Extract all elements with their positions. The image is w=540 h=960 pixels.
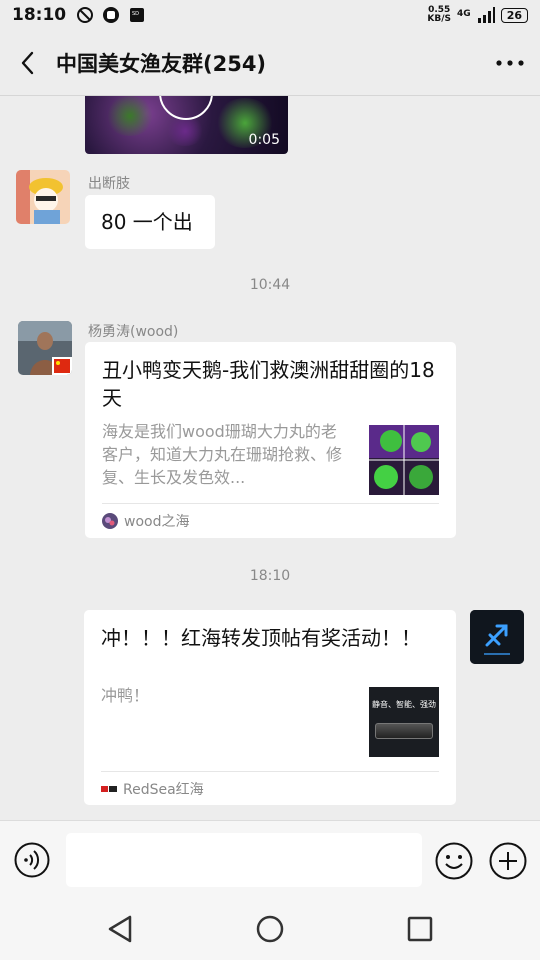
avatar[interactable] (18, 321, 72, 375)
link-card[interactable]: 丑小鸭变天鹅-我们救澳洲甜甜圈的18天 海友是我们wood珊瑚大力丸的老客户，知… (85, 342, 456, 538)
photo-avatar-icon (18, 321, 72, 375)
plus-icon[interactable] (489, 842, 527, 880)
nav-recents-icon[interactable] (403, 912, 437, 946)
video-frame-decoration (105, 96, 155, 136)
card-description: 海友是我们wood珊瑚大力丸的老客户，知道大力丸在珊瑚抢救、修复、生长及发色效.… (102, 422, 343, 487)
net-speed-unit: KB/S (427, 14, 452, 24)
signal-icon (477, 7, 495, 23)
sagittarius-avatar-icon (470, 610, 524, 664)
more-dots-icon (496, 59, 524, 66)
card-thumbnail (369, 425, 439, 495)
card-description: 冲鸭！ (101, 686, 150, 705)
card-title: 冲！！！红海转发顶帖有奖活动！！ (101, 626, 421, 650)
message-text: 80 一个出 (101, 210, 193, 234)
back-button[interactable] (0, 30, 56, 96)
source-logo-icon (102, 513, 118, 529)
card-title: 丑小鸭变天鹅-我们救澳洲甜甜圈的18天 (102, 358, 435, 410)
more-options-button[interactable] (480, 30, 540, 96)
status-system-icons: 0.55 KB/S 4G 26 (427, 6, 528, 24)
svg-text:SD: SD (132, 11, 139, 17)
redsea-logo-icon (101, 783, 117, 795)
voice-input-icon[interactable] (14, 842, 50, 878)
sender-name: 出断肢 (88, 176, 130, 192)
chat-title: 中国美女渔友群(254) (56, 51, 267, 76)
card-divider (102, 503, 439, 504)
sd-card-icon: SD (130, 8, 145, 22)
card-source: wood之海 (102, 511, 189, 531)
network-type: 4G (457, 9, 471, 19)
message-input[interactable] (66, 833, 422, 887)
net-speed: 0.55 KB/S (427, 6, 451, 24)
video-duration: 0:05 (248, 132, 280, 148)
back-arrow-icon (21, 51, 34, 74)
video-message[interactable]: 0:05 (85, 96, 288, 154)
chat-header: 中国美女渔友群(254) (0, 30, 540, 96)
card-source-name: wood之海 (124, 514, 190, 530)
cartoon-avatar-icon (16, 170, 70, 224)
card-source: RedSea红海 (101, 779, 204, 799)
avatar[interactable] (16, 170, 70, 224)
message-bubble[interactable]: 80 一个出 (85, 195, 215, 249)
emoji-icon[interactable] (435, 842, 473, 880)
blocked-icon (77, 7, 94, 23)
card-divider (101, 771, 439, 772)
input-bar (0, 820, 540, 900)
card-thumbnail-text: 静音、智能、强劲 (372, 700, 436, 709)
card-thumbnail: 静音、智能、强劲 (369, 687, 439, 757)
message-timestamp: 18:10 (249, 568, 291, 584)
chat-message-list[interactable]: 0:05 出断肢 80 一个出 10:44 杨勇涛(wood) 丑小鸭变天鹅-我… (0, 96, 540, 820)
nav-home-icon[interactable] (253, 912, 287, 946)
status-time: 18:10 (12, 5, 67, 25)
sender-name: 杨勇涛(wood) (88, 324, 179, 340)
video-frame-decoration (165, 116, 205, 146)
play-icon[interactable] (159, 96, 213, 120)
nav-back-icon[interactable] (104, 912, 138, 946)
card-source-name: RedSea红海 (123, 782, 204, 798)
battery-indicator: 26 (500, 7, 528, 23)
avatar[interactable] (470, 610, 524, 664)
product-image (375, 723, 433, 739)
link-card[interactable]: 冲！！！红海转发顶帖有奖活动！！ 冲鸭！ 静音、智能、强劲 RedSea红海 (84, 610, 456, 805)
message-timestamp: 10:44 (249, 277, 291, 293)
status-notification-icons: SD (76, 6, 146, 24)
system-navigation-bar (0, 900, 540, 960)
coral-thumbnail-image (369, 425, 439, 495)
app-notification-icon (103, 7, 120, 23)
status-bar: 18:10 SD 0.55 KB/S 4G 26 (0, 0, 540, 30)
